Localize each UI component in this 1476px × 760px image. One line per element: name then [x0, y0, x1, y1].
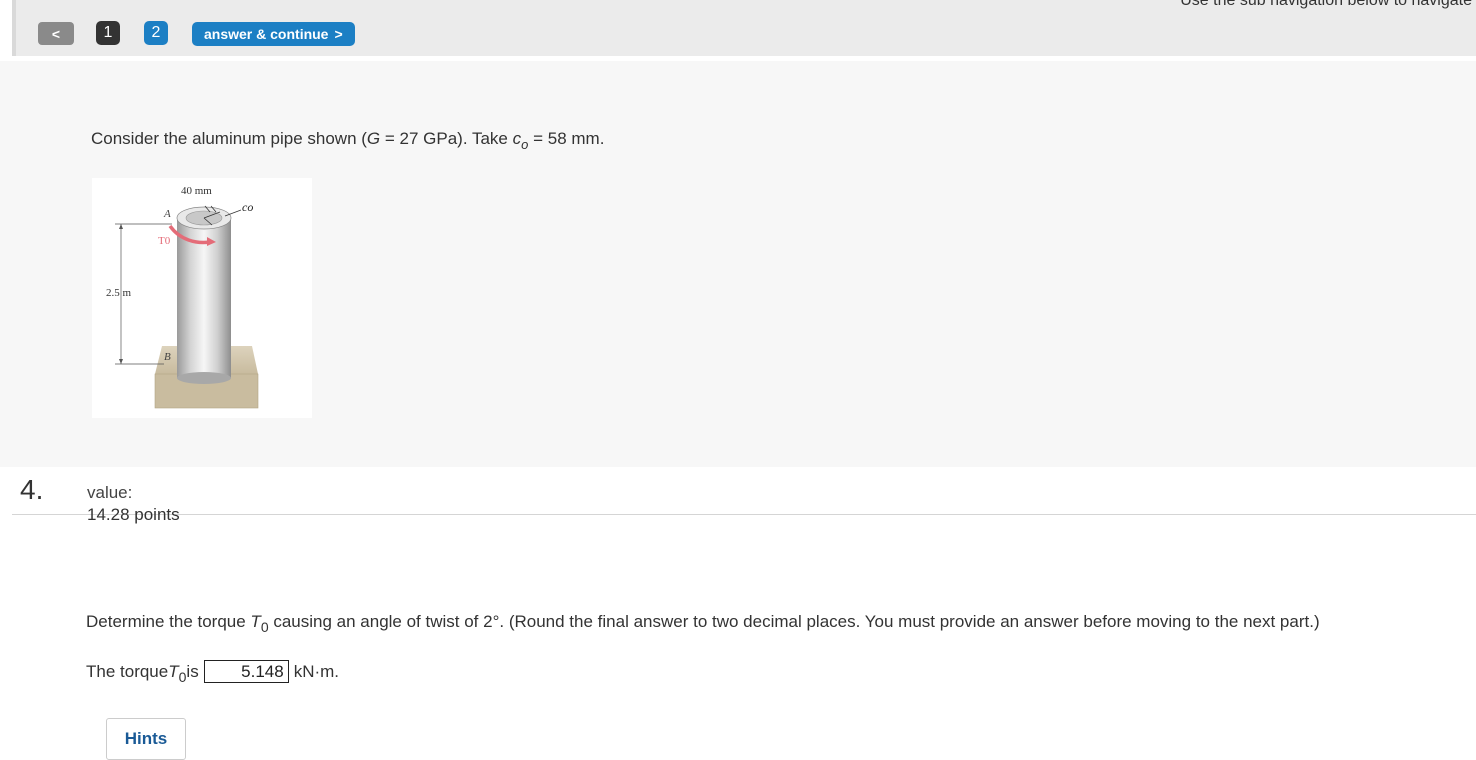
part-navigation-bar: Use the sub navigation below to navigate… [12, 0, 1476, 56]
subnav-hint-text: Use the sub navigation below to navigate [1180, 0, 1472, 9]
point-a-label: A [164, 208, 171, 220]
problem-statement-panel: Consider the aluminum pipe shown (G = 27… [0, 61, 1476, 467]
chevron-left-icon: < [51, 25, 61, 42]
previous-part-button[interactable]: < [38, 22, 74, 45]
torque-t0-label: T0 [158, 235, 171, 247]
question-prompt: Determine the torque T0 causing an angle… [86, 612, 1320, 635]
torque-answer-input[interactable] [203, 660, 289, 683]
length-label: 2.5 m [106, 287, 132, 299]
pipe-figure: 40 mm co A T0 2.5 m B [92, 178, 312, 418]
chevron-right-icon: > [334, 26, 343, 42]
co-label: co [242, 200, 254, 214]
answer-unit: kN·m. [293, 661, 340, 681]
answer-line: The torque T0 is kN·m. [86, 660, 340, 685]
dim-40mm-label: 40 mm [181, 185, 212, 197]
question-number: 4. [20, 474, 44, 505]
part-2-button[interactable]: 2 [144, 21, 168, 45]
divider [12, 514, 1476, 515]
answer-continue-button[interactable]: answer & continue > [192, 22, 355, 46]
value-label: value: [87, 483, 133, 502]
problem-intro: Consider the aluminum pipe shown (G = 27… [91, 129, 605, 152]
points-value: 14.28 points [87, 505, 180, 524]
part-1-button[interactable]: 1 [96, 21, 120, 45]
answer-continue-label: answer & continue [204, 26, 329, 42]
point-b-label: B [164, 351, 171, 363]
